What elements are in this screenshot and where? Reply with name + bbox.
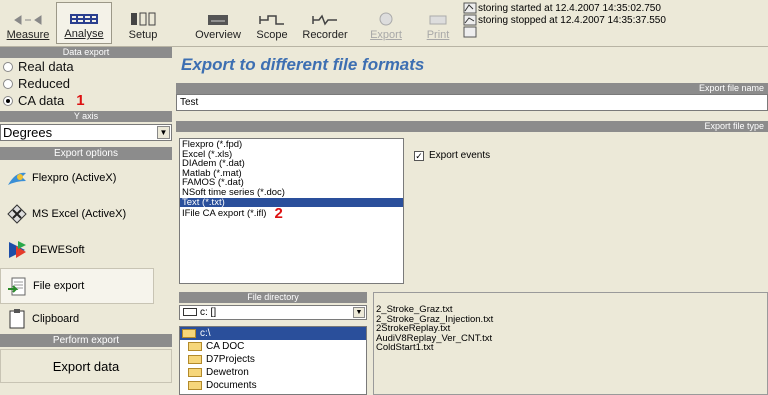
folder-tree[interactable]: c:\ CA DOC D7Projects Dewetron Documents (179, 326, 367, 395)
export-button[interactable]: Export (364, 2, 408, 44)
overview-label: Overview (195, 29, 241, 41)
recorder-button[interactable]: Recorder (298, 2, 352, 44)
overview-icon (208, 15, 228, 25)
export-label: Export (370, 29, 402, 41)
folder-item[interactable]: Documents (180, 379, 366, 392)
scope-icon (259, 15, 284, 25)
export-data-button[interactable]: Export data (0, 349, 172, 383)
folder-icon (188, 367, 202, 377)
measure-icon (14, 15, 42, 25)
option-clipboard[interactable]: Clipboard (0, 304, 172, 334)
excel-icon (7, 204, 27, 224)
checkmark-icon[interactable]: ✓ (414, 150, 424, 161)
option-file-export[interactable]: File export (0, 268, 154, 304)
folder-item[interactable]: CA DOC (180, 340, 366, 353)
storage-status-icon (463, 2, 477, 38)
storing-stopped-text: storing stopped at 12.4.2007 14:35:37.55… (478, 15, 666, 26)
print-label: Print (426, 29, 450, 41)
folder-label: Documents (206, 380, 257, 391)
chevron-down-icon[interactable]: ▼ (157, 126, 170, 139)
radio-real-data-label: Real data (18, 59, 74, 74)
folder-item-root[interactable]: c:\ (180, 327, 366, 340)
scope-button[interactable]: Scope (248, 2, 296, 44)
clipboard-icon (9, 309, 25, 329)
left-panel: Data export Real data Reduced CA data 1 Y… (0, 47, 172, 395)
y-axis-select[interactable]: Degrees ▼ (0, 124, 172, 141)
page-title: Export to different file formats (181, 55, 425, 74)
scope-label: Scope (256, 29, 288, 41)
folder-icon (188, 354, 202, 364)
radio-ca-data-label: CA data (18, 93, 65, 108)
radio-reduced[interactable]: Reduced (0, 75, 172, 92)
file-type-list[interactable]: Flexpro (*.fpd) Excel (*.xls) DIAdem (*.… (179, 138, 404, 284)
measure-button[interactable]: Measure (2, 2, 54, 44)
export-file-type-header: Export file type (176, 121, 768, 132)
export-file-name-input[interactable]: Test (176, 94, 768, 111)
recorder-icon (312, 14, 337, 26)
radio-real-data-circle[interactable] (3, 61, 13, 72)
export-options-header: Export options (0, 147, 172, 160)
analyse-icon (70, 14, 98, 24)
chevron-down-icon[interactable]: ▼ (353, 307, 365, 318)
file-type-item-label: IFile CA export (*.ifl) (182, 208, 267, 220)
recorder-label: Recorder (302, 29, 348, 41)
overview-button[interactable]: Overview (190, 2, 246, 44)
radio-reduced-circle[interactable] (3, 78, 13, 89)
storing-started-text: storing started at 12.4.2007 14:35:02.75… (478, 3, 661, 14)
drive-value: c: [] (200, 307, 217, 318)
export-file-name-header: Export file name (176, 83, 768, 94)
perform-export-header: Perform export (0, 334, 172, 347)
print-icon (429, 15, 447, 25)
export-events-checkbox[interactable]: ✓ Export events (414, 150, 490, 161)
setup-label: Setup (128, 29, 158, 41)
radio-real-data[interactable]: Real data (0, 58, 172, 75)
annotation-marker-1: 1 (76, 92, 85, 109)
analyse-button[interactable]: Analyse (56, 2, 112, 44)
file-item[interactable]: ColdStart1.txt (374, 343, 767, 353)
option-dewesoft-label: DEWESoft (32, 244, 85, 256)
option-ms-excel-label: MS Excel (ActiveX) (32, 208, 127, 220)
print-button[interactable]: Print (416, 2, 460, 44)
folder-icon (188, 380, 202, 390)
export-icon (379, 12, 393, 26)
folder-icon (188, 341, 202, 351)
file-list[interactable]: 2_Stroke_Graz.txt 2_Stroke_Graz_Injectio… (373, 292, 768, 395)
radio-ca-data-circle[interactable] (3, 95, 13, 106)
toolbar: Measure Analyse Setup Overview Scope Rec… (0, 0, 768, 47)
annotation-marker-2: 2 (274, 205, 283, 223)
folder-item[interactable]: Dewetron (180, 366, 366, 379)
folder-label: CA DOC (206, 341, 245, 352)
radio-reduced-label: Reduced (18, 76, 71, 91)
y-axis-header: Y axis (0, 111, 172, 122)
setup-icon (131, 12, 156, 26)
option-dewesoft[interactable]: DEWESoft (0, 232, 172, 268)
option-flexpro[interactable]: Flexpro (ActiveX) (0, 160, 172, 196)
folder-label: D7Projects (206, 354, 255, 365)
option-clipboard-label: Clipboard (32, 313, 80, 325)
file-type-item[interactable]: IFile CA export (*.ifl) 2 (180, 205, 403, 223)
file-export-icon (8, 277, 26, 296)
dewesoft-icon (9, 241, 26, 258)
option-flexpro-label: Flexpro (ActiveX) (32, 172, 117, 184)
folder-label: c:\ (200, 328, 211, 339)
export-events-label: Export events (429, 150, 491, 161)
flexpro-icon (8, 172, 26, 185)
radio-ca-data[interactable]: CA data 1 (0, 92, 172, 109)
storage-status: storing started at 12.4.2007 14:35:02.75… (478, 3, 666, 27)
measure-label: Measure (6, 29, 50, 41)
option-file-export-label: File export (33, 280, 85, 292)
option-ms-excel[interactable]: MS Excel (ActiveX) (0, 196, 172, 232)
folder-label: Dewetron (206, 367, 249, 378)
file-directory-header: File directory (179, 292, 367, 303)
y-axis-value: Degrees (3, 125, 53, 140)
main-area: Export to different file formats Export … (176, 47, 768, 395)
file-type-item-selected[interactable]: Text (*.txt) (180, 197, 403, 208)
setup-button[interactable]: Setup (114, 2, 172, 44)
folder-item[interactable]: D7Projects (180, 353, 366, 366)
analyse-label: Analyse (64, 28, 104, 40)
drive-icon (183, 308, 197, 317)
data-export-header: Data export (0, 47, 172, 58)
folder-icon (182, 328, 196, 338)
drive-select[interactable]: c: [] ▼ (179, 305, 367, 320)
